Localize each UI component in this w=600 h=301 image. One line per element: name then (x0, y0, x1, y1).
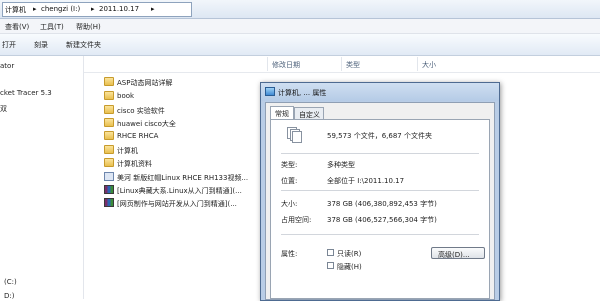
folder-icon (104, 145, 114, 154)
hidden-label[interactable]: 隐藏(H) (337, 262, 362, 272)
burn-button[interactable]: 刻录 (34, 40, 48, 50)
new-folder-button[interactable]: 新建文件夹 (66, 40, 101, 50)
folder-icon (104, 131, 114, 140)
chevron-right-icon[interactable]: ▸ (91, 5, 95, 13)
menu-view[interactable]: 查看(V) (5, 22, 29, 32)
file-name: RHCE RHCA (117, 132, 159, 140)
column-date[interactable]: 修改日期 (272, 60, 300, 70)
dialog-title: 计算机, ... 属性 (278, 89, 327, 97)
address-segment-folder[interactable]: 2011.10.17 (99, 5, 139, 13)
tab-label: 常规 (275, 110, 289, 118)
address-segment-drive[interactable]: chengzi (I:) (41, 5, 80, 13)
chevron-right-icon[interactable]: ▸ (151, 5, 155, 13)
folder-icon (104, 91, 114, 100)
archive-icon (104, 185, 114, 194)
tab-general[interactable]: 常规 (270, 106, 294, 120)
column-divider[interactable] (341, 57, 342, 71)
file-name: cisco 实验软件 (117, 107, 165, 115)
column-type[interactable]: 类型 (346, 60, 360, 70)
size-value: 378 GB (406,380,892,453 字节) (327, 200, 437, 208)
attributes-label: 属性: (281, 250, 298, 258)
menu-bar: 查看(V) 工具(T) 帮助(H) (0, 19, 600, 34)
open-button[interactable]: 打开 (2, 40, 16, 50)
readonly-label[interactable]: 只读(R) (337, 249, 361, 259)
file-name: 计算机资料 (117, 160, 152, 168)
command-toolbar: 打开 刻录 新建文件夹 (0, 34, 600, 56)
menu-tools[interactable]: 工具(T) (40, 22, 64, 32)
type-value: 多种类型 (327, 161, 355, 169)
summary-count: 59,573 个文件，6,687 个文件夹 (327, 132, 432, 140)
column-size[interactable]: 大小 (422, 60, 436, 70)
general-panel: 59,573 个文件，6,687 个文件夹 类型: 多种类型 位置: 全部位于 … (270, 119, 490, 299)
location-label: 位置: (281, 177, 298, 185)
divider (281, 190, 479, 191)
type-label: 类型: (281, 161, 298, 169)
navigation-pane: ator cket Tracer 5.3 双 (C:) D:) (0, 56, 84, 300)
nav-item[interactable]: 双 (0, 104, 7, 114)
file-name: huawei cisco大全 (117, 120, 176, 128)
advanced-button[interactable]: 高级(D)... (431, 247, 485, 259)
file-name: 计算机 (117, 147, 138, 155)
address-bar: 计算机 ▸ chengzi (I:) ▸ 2011.10.17 ▸ (0, 0, 600, 19)
address-path[interactable]: 计算机 ▸ chengzi (I:) ▸ 2011.10.17 ▸ (2, 2, 192, 17)
readonly-checkbox[interactable] (327, 249, 334, 256)
nav-item[interactable]: ator (0, 62, 14, 70)
nav-item[interactable]: cket Tracer 5.3 (0, 89, 52, 97)
divider (281, 153, 479, 154)
divider (281, 234, 479, 235)
archive-icon (104, 198, 114, 207)
file-name: [网页制作与网站开发从入门到精通](... (117, 200, 237, 208)
tab-custom[interactable]: 自定义 (294, 107, 324, 119)
disk-size-value: 378 GB (406,527,566,304 字节) (327, 216, 437, 224)
location-value: 全部位于 I:\2011.10.17 (327, 177, 405, 185)
file-name: book (117, 92, 135, 100)
properties-dialog: 计算机, ... 属性 常规 自定义 59,573 个文件，6,687 个文件夹… (260, 82, 500, 301)
video-file-icon (104, 172, 114, 181)
file-name: ASP动态网站详解 (117, 79, 173, 87)
multiple-files-icon (287, 127, 302, 143)
size-label: 大小: (281, 200, 298, 208)
folder-icon (104, 105, 114, 114)
folder-icon (104, 118, 114, 127)
folder-icon (104, 77, 114, 86)
hidden-checkbox[interactable] (327, 262, 334, 269)
computer-icon (265, 87, 275, 96)
advanced-button-label: 高级(D)... (438, 251, 470, 259)
dialog-titlebar[interactable]: 计算机, ... 属性 (261, 83, 499, 101)
folder-icon (104, 158, 114, 167)
chevron-right-icon[interactable]: ▸ (33, 5, 37, 13)
file-name: 美河 新版红帽Linux RHCE RH133视频... (117, 174, 249, 182)
file-name: [Linux典藏大系.Linux从入门到精通](... (117, 187, 242, 195)
disk-size-label: 占用空间: (281, 216, 312, 224)
dialog-body: 常规 自定义 59,573 个文件，6,687 个文件夹 类型: 多种类型 位置… (265, 102, 495, 300)
column-divider[interactable] (417, 57, 418, 71)
column-divider[interactable] (267, 57, 268, 71)
nav-drive-c[interactable]: (C:) (4, 278, 17, 286)
menu-help[interactable]: 帮助(H) (76, 22, 101, 32)
column-headers: 修改日期 类型 大小 (84, 56, 600, 73)
address-segment-computer[interactable]: 计算机 (5, 5, 26, 15)
